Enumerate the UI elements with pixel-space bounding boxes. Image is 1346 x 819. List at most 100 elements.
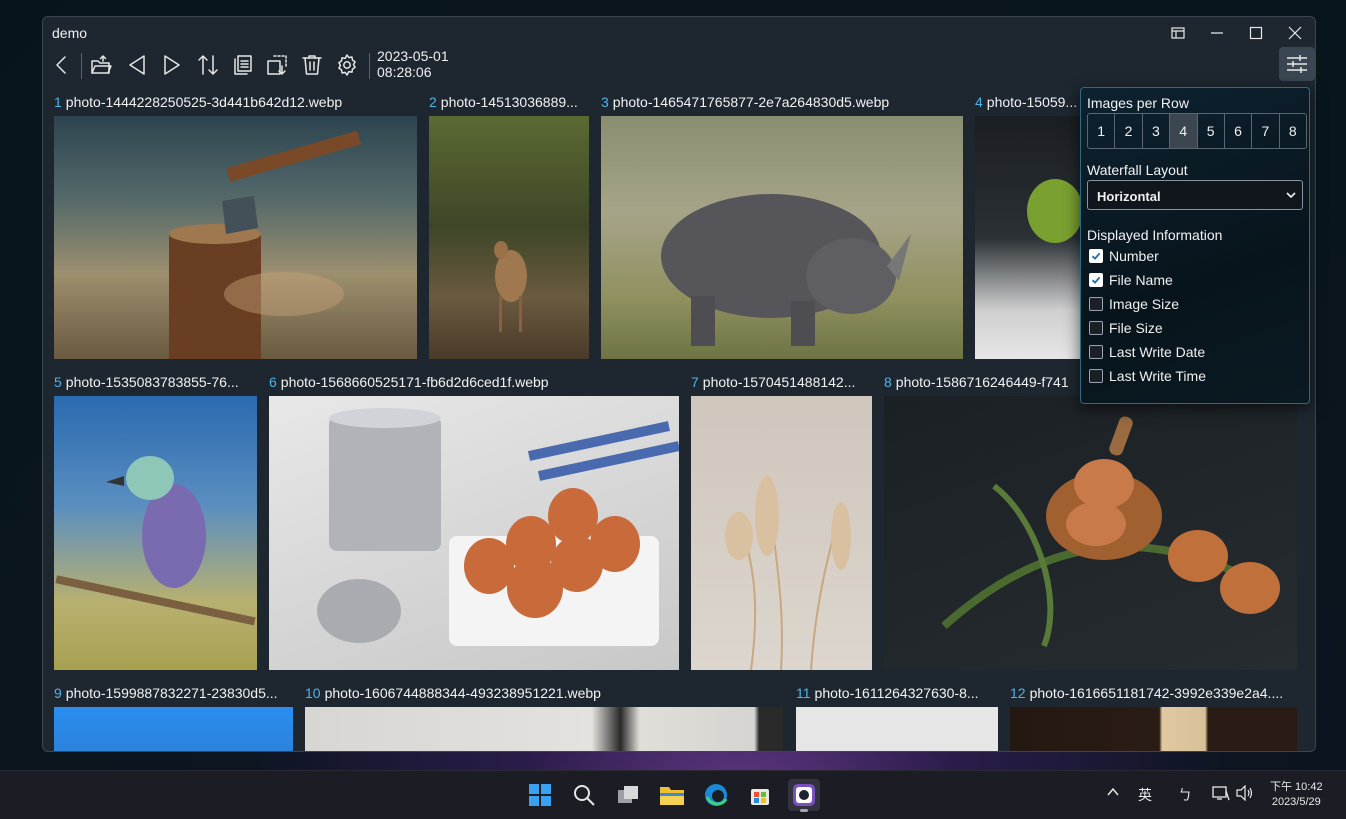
settings-gear-button[interactable] — [332, 51, 362, 79]
images-per-row-option-8[interactable]: 8 — [1280, 114, 1306, 148]
task-view-icon — [618, 786, 638, 803]
input-language-button[interactable]: 英 — [1138, 785, 1152, 805]
store-button[interactable] — [744, 779, 776, 811]
bird-photo — [55, 456, 256, 626]
checkbox-unchecked-icon[interactable] — [1089, 345, 1103, 359]
image-caption: 2 photo-14513036889... — [429, 94, 578, 110]
image-caption: 1 photo-1444228250525-3d441b642d12.webp — [54, 94, 343, 110]
images-per-row-option-3[interactable]: 3 — [1143, 114, 1171, 148]
open-folder-button[interactable] — [86, 51, 116, 79]
gallery-image[interactable] — [796, 707, 998, 751]
checkbox-checked-icon[interactable] — [1089, 249, 1103, 263]
gallery-app-icon — [793, 784, 815, 806]
image-time: 08:28:06 — [377, 64, 432, 80]
option-file-size[interactable]: File Size — [1089, 319, 1163, 337]
minimize-icon — [1211, 32, 1223, 34]
option-last-write-time[interactable]: Last Write Time — [1089, 367, 1206, 385]
image-caption: 3 photo-1465471765877-2e7a264830d5.webp — [601, 94, 890, 110]
checkbox-checked-icon[interactable] — [1089, 273, 1103, 287]
close-icon — [1288, 26, 1302, 40]
move-button[interactable] — [262, 51, 292, 79]
chevron-down-icon — [1286, 192, 1296, 199]
waterfall-layout-label: Waterfall Layout — [1087, 162, 1188, 178]
move-icon — [267, 55, 287, 75]
folder-icon — [660, 787, 684, 805]
images-per-row-selector: 1 2 3 4 5 6 7 8 — [1087, 113, 1307, 149]
gallery-image[interactable] — [691, 396, 872, 670]
copy-button[interactable] — [227, 51, 257, 79]
checkbox-unchecked-icon[interactable] — [1089, 321, 1103, 335]
checkbox-unchecked-icon[interactable] — [1089, 369, 1103, 383]
maximize-button[interactable] — [1237, 17, 1275, 49]
image-caption: 6 photo-1568660525171-fb6d2d6ced1f.webp — [269, 374, 549, 390]
chevron-up-icon — [1107, 787, 1119, 796]
next-icon — [164, 55, 180, 75]
sort-button[interactable] — [193, 51, 223, 79]
view-settings-toggle[interactable] — [1279, 47, 1315, 81]
gallery-image[interactable] — [975, 116, 1085, 359]
images-per-row-option-1[interactable]: 1 — [1088, 114, 1116, 148]
task-view-button[interactable] — [612, 779, 644, 811]
image-caption: 5 photo-1535083783855-76... — [54, 374, 239, 390]
image-date: 2023-05-01 — [377, 48, 449, 64]
title-bar[interactable]: demo — [43, 17, 1315, 49]
eggs-and-kitchenware-photo — [317, 408, 679, 646]
option-image-size[interactable]: Image Size — [1089, 295, 1179, 313]
checkbox-unchecked-icon[interactable] — [1089, 297, 1103, 311]
window-title: demo — [52, 25, 88, 41]
next-button[interactable] — [157, 51, 187, 79]
delete-button[interactable] — [297, 51, 327, 79]
gallery-image[interactable] — [1010, 707, 1297, 751]
images-per-row-option-7[interactable]: 7 — [1252, 114, 1280, 148]
gallery-app-button[interactable] — [788, 779, 820, 812]
previous-button[interactable] — [122, 51, 152, 79]
gallery-image[interactable] — [884, 396, 1297, 670]
images-per-row-option-6[interactable]: 6 — [1225, 114, 1253, 148]
input-method-button[interactable]: ㄅ — [1178, 785, 1192, 805]
previous-icon — [129, 55, 145, 75]
taskbar-search-button[interactable] — [568, 779, 600, 811]
layout-icon — [1171, 27, 1185, 39]
active-app-indicator — [800, 809, 808, 812]
gallery-image[interactable] — [269, 396, 679, 670]
gallery-image[interactable] — [54, 116, 417, 359]
file-explorer-button[interactable] — [656, 779, 688, 811]
option-file-name[interactable]: File Name — [1089, 271, 1173, 289]
start-button[interactable] — [524, 779, 556, 811]
compact-view-button[interactable] — [1159, 17, 1197, 49]
images-per-row-option-4[interactable]: 4 — [1170, 114, 1198, 148]
waterfall-layout-value: Horizontal — [1097, 189, 1161, 204]
images-per-row-label: Images per Row — [1087, 95, 1189, 111]
gallery-image[interactable] — [429, 116, 589, 359]
image-caption: 8 photo-1586716246449-f741 — [884, 374, 1069, 390]
show-hidden-icons-button[interactable] — [1107, 785, 1119, 801]
taskbar: 英 ㄅ 下午 10:42 2023/5/29 — [0, 770, 1346, 819]
sort-icon — [198, 55, 218, 75]
toolbar-divider — [369, 53, 370, 79]
edge-browser-button[interactable] — [700, 779, 732, 811]
images-per-row-option-5[interactable]: 5 — [1198, 114, 1225, 148]
gallery-image[interactable] — [305, 707, 783, 751]
gallery-image[interactable] — [54, 396, 257, 670]
gallery-image[interactable] — [601, 116, 963, 359]
view-settings-panel: Images per Row 1 2 3 4 5 6 7 8 Waterfall… — [1080, 87, 1310, 404]
option-number[interactable]: Number — [1089, 247, 1159, 265]
network-status-button[interactable] — [1212, 785, 1230, 804]
system-clock[interactable]: 下午 10:42 2023/5/29 — [1270, 780, 1323, 810]
volume-button[interactable] — [1236, 784, 1254, 804]
waterfall-layout-dropdown[interactable]: Horizontal — [1087, 180, 1303, 210]
close-button[interactable] — [1276, 17, 1314, 49]
store-icon — [751, 789, 769, 805]
gear-icon — [338, 54, 356, 76]
axe-on-stump-photo — [169, 130, 361, 359]
displayed-information-label: Displayed Information — [1087, 227, 1223, 243]
image-caption: 7 photo-1570451488142... — [691, 374, 856, 390]
images-per-row-option-2[interactable]: 2 — [1115, 114, 1143, 148]
option-last-write-date[interactable]: Last Write Date — [1089, 343, 1205, 361]
clock-date: 2023/5/29 — [1271, 796, 1321, 808]
gallery-image[interactable] — [54, 707, 293, 751]
copy-icon — [234, 55, 252, 75]
back-button[interactable] — [47, 51, 77, 79]
minimize-button[interactable] — [1198, 17, 1236, 49]
image-caption: 10 photo-1606744888344-493238951221.webp — [305, 685, 601, 701]
